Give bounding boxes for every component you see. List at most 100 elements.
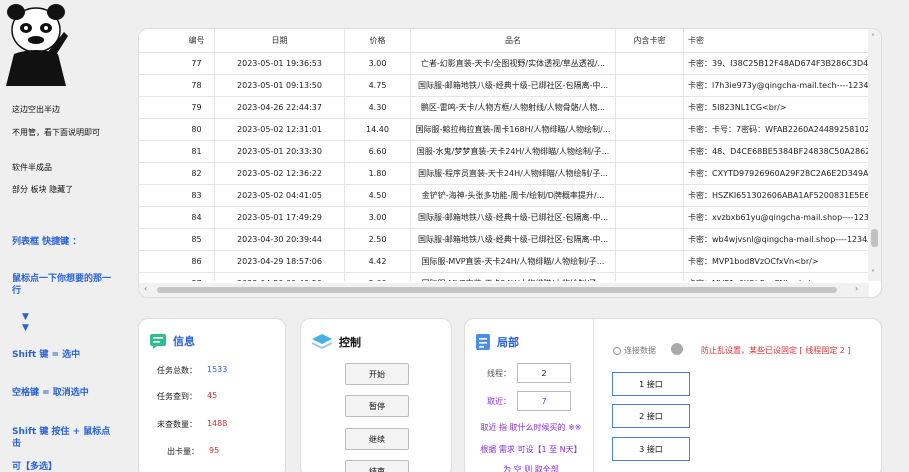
cell-id: 78: [179, 75, 215, 96]
cell-key: 卡密：HSZKI651302606ABA1AF5200831E5E6F: [688, 191, 869, 200]
header-price[interactable]: 价格: [345, 29, 411, 52]
thread-input[interactable]: 2: [517, 363, 571, 383]
resume-button[interactable]: 继续: [345, 428, 409, 450]
panda-meme-avatar: [6, 4, 68, 86]
pause-button[interactable]: 暂停: [345, 395, 409, 417]
cell-id: 82: [179, 163, 215, 184]
take-label: 取近：: [487, 397, 511, 406]
info-label: 未查数量：: [157, 420, 197, 429]
horizontal-scroll-thumb[interactable]: [157, 287, 837, 293]
info-value: 95: [209, 446, 220, 455]
sidebar: 这边空出半边 不用管，看下面说明即可 软件半成品 部分 板块 隐藏了 列表框 快…: [0, 0, 122, 472]
cell-name: 鹏区-雷鸣-天卡/人物方框/人物射线/人物骨骼/人物...: [411, 97, 616, 118]
cell-card: [616, 229, 684, 250]
info-title-text: 信息: [173, 335, 195, 348]
document-icon: [476, 334, 490, 350]
table-row[interactable]: 82 2023-05-02 12:36:22 1.80 国际服-程序员直装-天卡24H…: [139, 163, 869, 185]
scroll-up-icon[interactable]: ˄: [871, 33, 875, 42]
vertical-scroll-thumb[interactable]: [871, 229, 878, 247]
table-row[interactable]: 85 2023-04-30 20:39:44 2.50 国际服-邮箱地铁八级-经典十级…: [139, 229, 869, 251]
cell-date: 2023-04-29 18:57:06: [215, 251, 345, 272]
cell-name: 国际服-邮箱地铁八级-经典十级-已绑社区-包隔离-中...: [411, 75, 616, 96]
header-card[interactable]: 内含卡密: [616, 29, 684, 52]
info-label: 任务查到：: [157, 392, 197, 401]
port-3-button[interactable]: 3 接口: [612, 437, 690, 461]
header-id[interactable]: 编号: [179, 29, 215, 52]
table-row[interactable]: 83 2023-05-02 04:41:05 4.50 金铲铲-海神-头张多功能-周卡…: [139, 185, 869, 207]
sidebar-note: 不用管，看下面说明即可: [12, 128, 100, 137]
table-row[interactable]: 872023-04-29 09:49:502.60国际服-MVP直装-天卡24H…: [139, 273, 869, 281]
cell-card: [616, 251, 684, 272]
table-row[interactable]: 77 2023-05-01 19:36:53 3.00 亡者-幻影直装-天卡/全图视野…: [139, 53, 869, 75]
cell-price: 3.00: [345, 207, 411, 228]
cell-date: 2023-05-02 12:36:22: [215, 163, 345, 184]
cell-card: [616, 185, 684, 206]
control-panel-title: 控制: [311, 333, 361, 351]
info-label: 任务总数：: [157, 366, 197, 375]
info-found: 任务查到： 45: [157, 391, 217, 402]
sidebar-note: 软件半成品: [12, 163, 52, 172]
cell-price: 1.80: [345, 163, 411, 184]
port-2-button[interactable]: 2 接口: [612, 404, 690, 428]
header-name[interactable]: 品名: [411, 29, 616, 52]
control-title-text: 控制: [339, 336, 361, 349]
vertical-scrollbar[interactable]: ˄ ˅: [868, 29, 881, 281]
header-key[interactable]: 卡密: [684, 29, 869, 52]
scroll-right-icon[interactable]: ›: [855, 284, 858, 293]
cell-id: 81: [179, 141, 215, 162]
cell-key: 卡密：l7h3ie973y@qingcha-mail.tech----12345: [688, 81, 869, 90]
cell-card: [616, 207, 684, 228]
table-row[interactable]: 80 2023-05-02 12:31:01 14.40 国际服-鲸拉梅拉直装-周卡1…: [139, 119, 869, 141]
list-panel: 编号 日期 价格 品名 内含卡密 卡密 77 2023-05-01 19:36:5…: [138, 28, 882, 298]
cell-id: 79: [179, 97, 215, 118]
connect-data-label: 连接数据: [624, 346, 656, 355]
info-value: 1488: [207, 419, 228, 428]
cell-date: 2023-05-02 12:31:01: [215, 119, 345, 140]
start-button[interactable]: 开始: [345, 363, 409, 385]
cell-key: 卡密：MVP1bod8VzOCfxVn<br/>: [688, 257, 819, 266]
table-row[interactable]: 78 2023-05-01 09:13:50 4.75 国际服-邮箱地铁八级-经典十级…: [139, 75, 869, 97]
horizontal-scrollbar[interactable]: ‹ ›: [139, 283, 869, 297]
help-shift-select: Shift 键 = 选中: [12, 350, 81, 360]
cell-key: 卡密：39、I38C25B12F48AD674F3B286C3D4D: [688, 59, 869, 68]
chat-icon: [150, 334, 166, 349]
info-value: 45: [207, 391, 218, 400]
layers-icon: [311, 334, 333, 350]
stop-button[interactable]: 结束: [345, 460, 409, 472]
info-panel: 信息 任务总数： 1533 任务查到： 45 未查数量： 1488 出卡量： 9…: [138, 318, 286, 472]
cell-name: 国际服-MVP直装-天卡24H/人物绯瞄/人物绘制/子...: [411, 273, 616, 281]
cell-id: 84: [179, 207, 215, 228]
port-1-button[interactable]: 1 接口: [612, 372, 690, 396]
cell-key: 卡密：wb4wjvsnl@qingcha-mail.shop----12345: [688, 235, 869, 244]
cell-name: 金铲铲-海神-头张多功能-周卡/绘制/D牌概率提升/...: [411, 185, 616, 206]
take-hint: 取近 指 取什么时候买的 ※※: [480, 423, 582, 432]
help-space-deselect: 空格键 = 取消选中: [12, 388, 89, 398]
cell-key: 卡密：MVP1z6XOhFznCNlx<br/>: [684, 273, 869, 281]
local-title-text: 局部: [497, 336, 519, 349]
cell-card: [616, 141, 684, 162]
scroll-left-icon[interactable]: ‹: [144, 284, 147, 293]
header-date[interactable]: 日期: [215, 29, 345, 52]
cell-card: [616, 53, 684, 74]
info-total: 任务总数： 1533: [157, 365, 227, 376]
cell-name: 国际服-邮箱地铁八级-经典十级-已绑社区-包隔离-中...: [411, 229, 616, 250]
table-row[interactable]: 84 2023-05-01 17:49:29 3.00 国际服-邮箱地铁八级-经典十级…: [139, 207, 869, 229]
cell-card: [616, 273, 684, 281]
table-row[interactable]: 81 2023-05-01 20:33:30 6.60 国服-水鬼/梦梦直装-天卡24…: [139, 141, 869, 163]
cell-id: 77: [179, 53, 215, 74]
table-row[interactable]: 79 2023-04-26 22:44:37 4.30 鹏区-雷鸣-天卡/人物方框/人…: [139, 97, 869, 119]
control-panel: 控制 开始 暂停 继续 结束: [300, 318, 452, 472]
cell-key: 卡密：5I823NL1CG<br/>: [688, 103, 787, 112]
scroll-down-icon[interactable]: ˅: [871, 269, 875, 278]
cell-card: [616, 75, 684, 96]
take-days-input[interactable]: 7: [517, 391, 571, 411]
thread-label: 线程：: [487, 369, 511, 378]
local-panel-title: 局部: [475, 333, 519, 351]
connect-data-radio[interactable]: 连接数据: [613, 345, 656, 356]
radio-circle-icon[interactable]: [613, 346, 621, 355]
status-indicator-icon: [671, 343, 683, 355]
info-panel-title: 信息: [149, 333, 195, 349]
order-list[interactable]: 编号 日期 价格 品名 内含卡密 卡密 77 2023-05-01 19:36:5…: [139, 29, 869, 281]
cell-date: 2023-04-29 09:49:50: [215, 273, 345, 281]
table-row[interactable]: 86 2023-04-29 18:57:06 4.42 国际服-MVP直装-天卡24H…: [139, 251, 869, 273]
